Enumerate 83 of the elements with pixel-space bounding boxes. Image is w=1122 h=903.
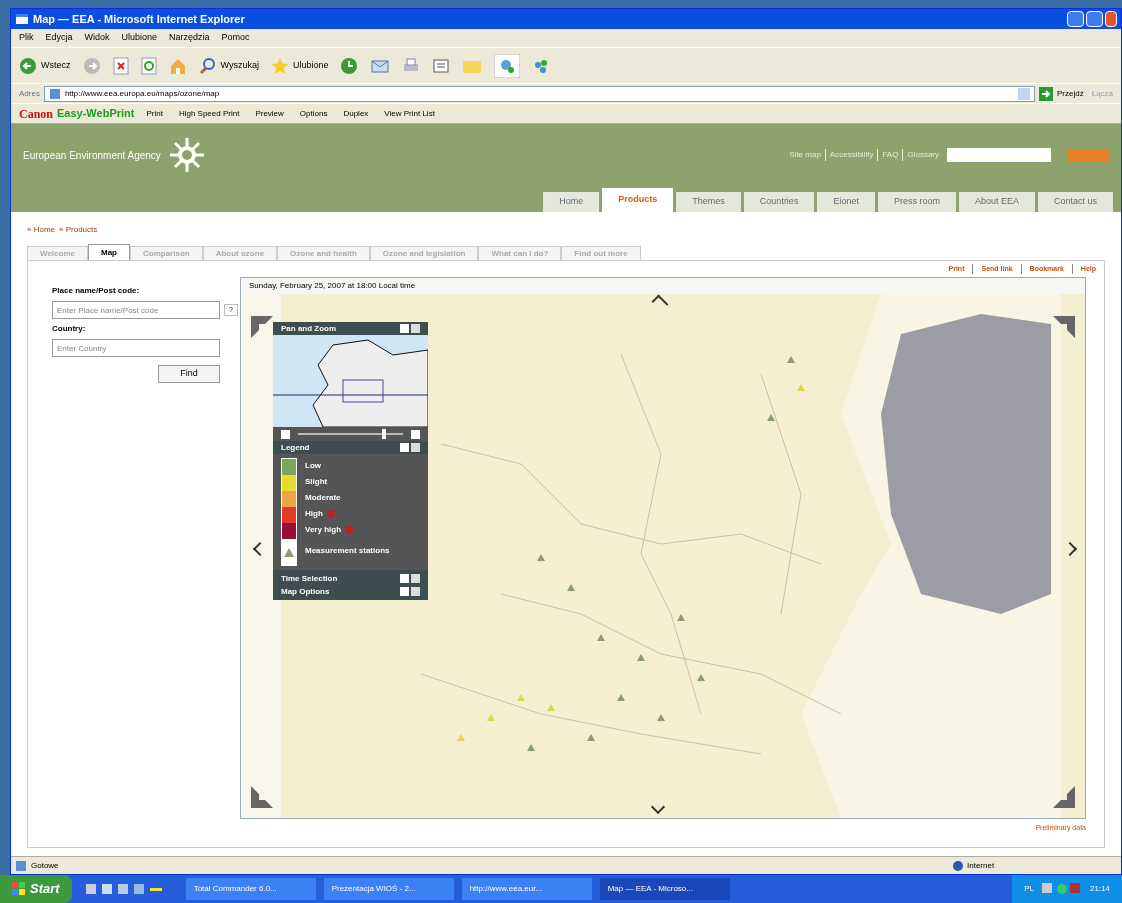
legend-label: Slight: [305, 476, 328, 488]
print-toolbar-button[interactable]: Print: [146, 107, 163, 120]
zoom-in-button[interactable]: [411, 429, 420, 439]
stop-icon[interactable]: [112, 56, 129, 75]
back-button[interactable]: Wstecz: [19, 56, 71, 75]
address-label: Adres: [19, 87, 40, 100]
menu-item[interactable]: Ulubione: [121, 31, 158, 45]
print-toolbar-button[interactable]: Duplex: [343, 107, 369, 120]
page-icon: [15, 859, 27, 872]
minimize-button[interactable]: [1067, 11, 1084, 27]
legend-label: Very high: [305, 524, 341, 536]
legend-label: Measurement stations: [305, 545, 390, 557]
country-label: Country:: [52, 323, 87, 335]
nav-tab[interactable]: Eionet: [817, 192, 875, 212]
dropdown-button[interactable]: [1017, 87, 1030, 100]
arrow-icon: [1038, 86, 1053, 101]
window-title: Map — EEA - Microsoft Internet Explorer: [33, 11, 245, 27]
panel-title: Legend: [281, 441, 310, 454]
print-toolbar-button[interactable]: High Speed Print: [178, 107, 240, 120]
menu-item[interactable]: Narzędzia: [169, 31, 210, 45]
print-toolbar-button[interactable]: Preview: [255, 107, 284, 120]
place-field[interactable]: Enter Place name/Post code: [52, 301, 220, 319]
home-icon[interactable]: [168, 56, 187, 75]
breadcrumb-link[interactable]: » Products: [59, 224, 98, 236]
breadcrumb-link[interactable]: » Home: [27, 224, 55, 236]
sun-logo-icon: [168, 137, 205, 173]
page-icon: [48, 87, 61, 100]
legend-label: Low: [305, 460, 321, 472]
product-name[interactable]: Easy-WebPrint: [57, 105, 135, 122]
place-label: Place name/Post code:: [52, 285, 141, 297]
zoom-thumb[interactable]: [382, 429, 386, 439]
browser-icon: [15, 12, 29, 26]
site-name[interactable]: European Environment Agency: [23, 147, 161, 163]
maximize-button[interactable]: [1086, 11, 1103, 27]
zoom-out-button[interactable]: [281, 429, 290, 439]
clock: 21:14: [1089, 883, 1110, 895]
search-icon: [198, 56, 217, 75]
sub-tab[interactable]: Map: [88, 244, 130, 260]
overview-map-drawing[interactable]: [273, 335, 428, 427]
star-icon: [270, 56, 289, 75]
panel-title[interactable]: Map Options: [281, 585, 330, 598]
menu-item[interactable]: Widok: [84, 31, 110, 45]
nav-tab[interactable]: About EEA: [958, 192, 1035, 212]
language-indicator[interactable]: PL: [1024, 883, 1034, 895]
status-text: Gotowe: [31, 859, 59, 872]
nav-tab[interactable]: Press room: [877, 192, 956, 212]
country-field[interactable]: Enter Country: [52, 339, 220, 357]
refresh-icon[interactable]: [140, 56, 157, 75]
brand-logo: Canon: [19, 105, 53, 123]
search-button[interactable]: Wyszukaj: [198, 56, 259, 75]
globe-icon: [953, 860, 963, 871]
nav-tab[interactable]: Themes: [676, 192, 741, 212]
print-toolbar-button[interactable]: Options: [299, 107, 328, 120]
print-toolbar-button[interactable]: View Print List: [384, 107, 435, 120]
go-button[interactable]: Przejdź: [1038, 86, 1084, 101]
nav-tab[interactable]: Products: [602, 188, 674, 212]
zone-label: Internet: [967, 859, 996, 872]
panel-title: Pan and Zoom: [281, 322, 337, 335]
map-timestamp: Sunday, February 25, 2007 at 18:00 Local time: [248, 280, 417, 292]
station-triangle-icon: [284, 547, 294, 557]
menu-item[interactable]: Pomoc: [221, 31, 250, 45]
address-field[interactable]: http://www.eea.europa.eu/maps/ozone/map: [43, 85, 1035, 102]
legend-label: High: [305, 508, 323, 520]
windows-logo-icon: [12, 882, 26, 896]
nav-tab[interactable]: Countries: [743, 192, 815, 212]
start-button[interactable]: Start: [0, 875, 72, 903]
close-button[interactable]: [1105, 11, 1117, 27]
find-button[interactable]: Find: [158, 365, 220, 383]
site-search-field[interactable]: [947, 148, 1051, 162]
taskbar-button[interactable]: Total Commander 6.0...: [185, 878, 316, 900]
taskbar-button[interactable]: Map — EEA - Microso...: [599, 878, 730, 900]
history-icon[interactable]: [340, 56, 359, 75]
taskbar-button[interactable]: http://www.eea.eur...: [461, 878, 592, 900]
menu-item[interactable]: Edycja: [45, 31, 73, 45]
legend-label: Moderate: [305, 492, 341, 504]
tray-icons[interactable]: [1041, 883, 1082, 895]
menu-item[interactable]: Plik: [19, 31, 34, 45]
edit-icon[interactable]: [432, 56, 451, 75]
nav-tab[interactable]: Home: [543, 192, 600, 212]
taskbar-button[interactable]: Prezentacja WIOŚ - 2...: [323, 878, 454, 900]
nav-tab[interactable]: Contact us: [1037, 192, 1113, 212]
favorites-button[interactable]: Ulubione: [270, 56, 329, 75]
panel-title[interactable]: Time Selection: [281, 572, 338, 585]
